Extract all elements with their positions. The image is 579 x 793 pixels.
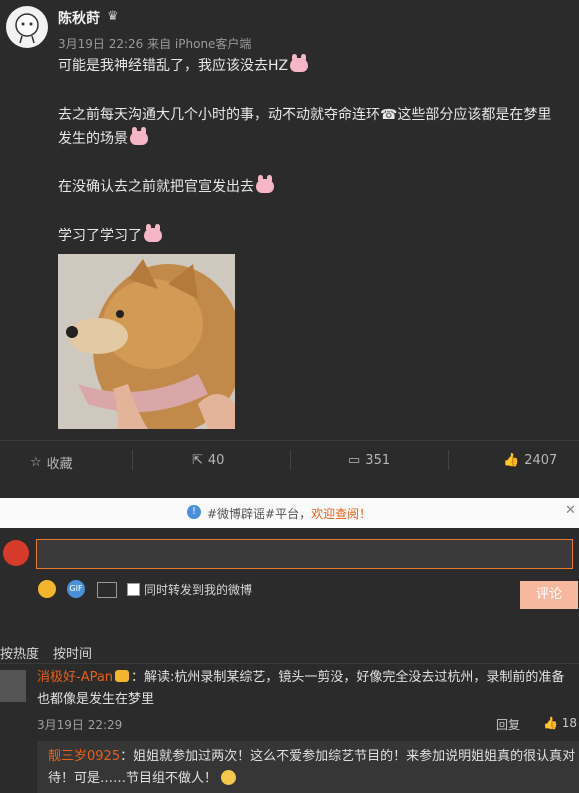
post-photo-shiba[interactable] (58, 254, 235, 429)
divider (132, 450, 133, 470)
divider (448, 450, 449, 470)
crown-icon: ♛ (107, 9, 119, 24)
thumbs-up-icon: 👍 (503, 453, 520, 468)
commenter-avatar[interactable] (0, 670, 26, 702)
close-icon[interactable]: ✕ (565, 503, 576, 518)
pig-emoji-icon (144, 224, 162, 242)
emoji-icon[interactable] (38, 580, 56, 598)
author-name[interactable]: 陈秋莳 (58, 8, 100, 28)
author-avatar[interactable] (6, 6, 48, 48)
share-icon: ⇱ (192, 453, 203, 468)
like-button[interactable]: 👍 2407 (503, 453, 557, 468)
pig-emoji-icon (290, 54, 309, 72)
tab-sort-hot[interactable]: 按热度 (0, 643, 39, 662)
comment-input[interactable] (36, 539, 573, 569)
comment-like-button[interactable]: 👍 18 (543, 716, 577, 730)
commenter-name[interactable]: 消极好-APan (37, 670, 113, 685)
favorite-button[interactable]: ☆ 收藏 (30, 453, 73, 472)
sync-label: 同时转发到我的微博 (144, 583, 253, 597)
comment-count-button[interactable]: ▭ 351 (348, 453, 390, 468)
subcomment-body: 靓三岁0925：姐姐就参加过两次！这么不爱参加综艺节目的！来参加说明姐姐真的很认… (48, 749, 576, 786)
divider (290, 450, 291, 470)
comment-time: 3月19日 22:29 (37, 718, 123, 732)
emoji-icon (221, 770, 237, 785)
thumbs-up-icon: 👍 (543, 716, 558, 730)
post-paragraph-1: 可能是我神经错乱了，我应该没去HZ (58, 54, 573, 78)
tab-sort-time[interactable]: 按时间 (53, 643, 92, 662)
sync-checkbox[interactable] (127, 583, 140, 596)
post-paragraph-3: 在没确认去之前就把官宣发出去 (58, 175, 573, 199)
subcomment-user[interactable]: 靓三岁0925 (48, 749, 120, 764)
star-icon: ☆ (30, 455, 42, 470)
reply-button[interactable]: 回复 (496, 716, 520, 733)
pig-emoji-icon (256, 175, 274, 193)
post-paragraph-2b: 发生的场景 (58, 127, 573, 151)
post-paragraph-4: 学习了学习了 (58, 224, 573, 248)
divider (0, 663, 579, 664)
post-meta: 3月19日 22:26 来自 iPhone客户端 (58, 37, 252, 51)
submit-comment-button[interactable]: 评论 (520, 581, 578, 609)
pig-emoji-icon (130, 127, 148, 145)
comment-icon: ▭ (348, 453, 361, 468)
comment-body: 消极好-APan ：解读:杭州录制某综艺，镜头一剪没，好像完全没去过杭州，录制前的… (37, 670, 565, 707)
my-avatar (3, 540, 29, 566)
image-icon[interactable] (97, 582, 117, 598)
notice-text[interactable]: #微博辟谣#平台，欢迎查阅！ (207, 505, 371, 522)
vip-badge-icon (115, 670, 130, 682)
gif-icon[interactable]: GIF (67, 580, 85, 598)
forward-button[interactable]: ⇱ 40 (192, 453, 224, 468)
info-icon: ! (187, 505, 201, 519)
post-paragraph-2: 去之前每天沟通大几个小时的事，动不动就夺命连环☎这些部分应该都是在梦里 (58, 107, 552, 123)
